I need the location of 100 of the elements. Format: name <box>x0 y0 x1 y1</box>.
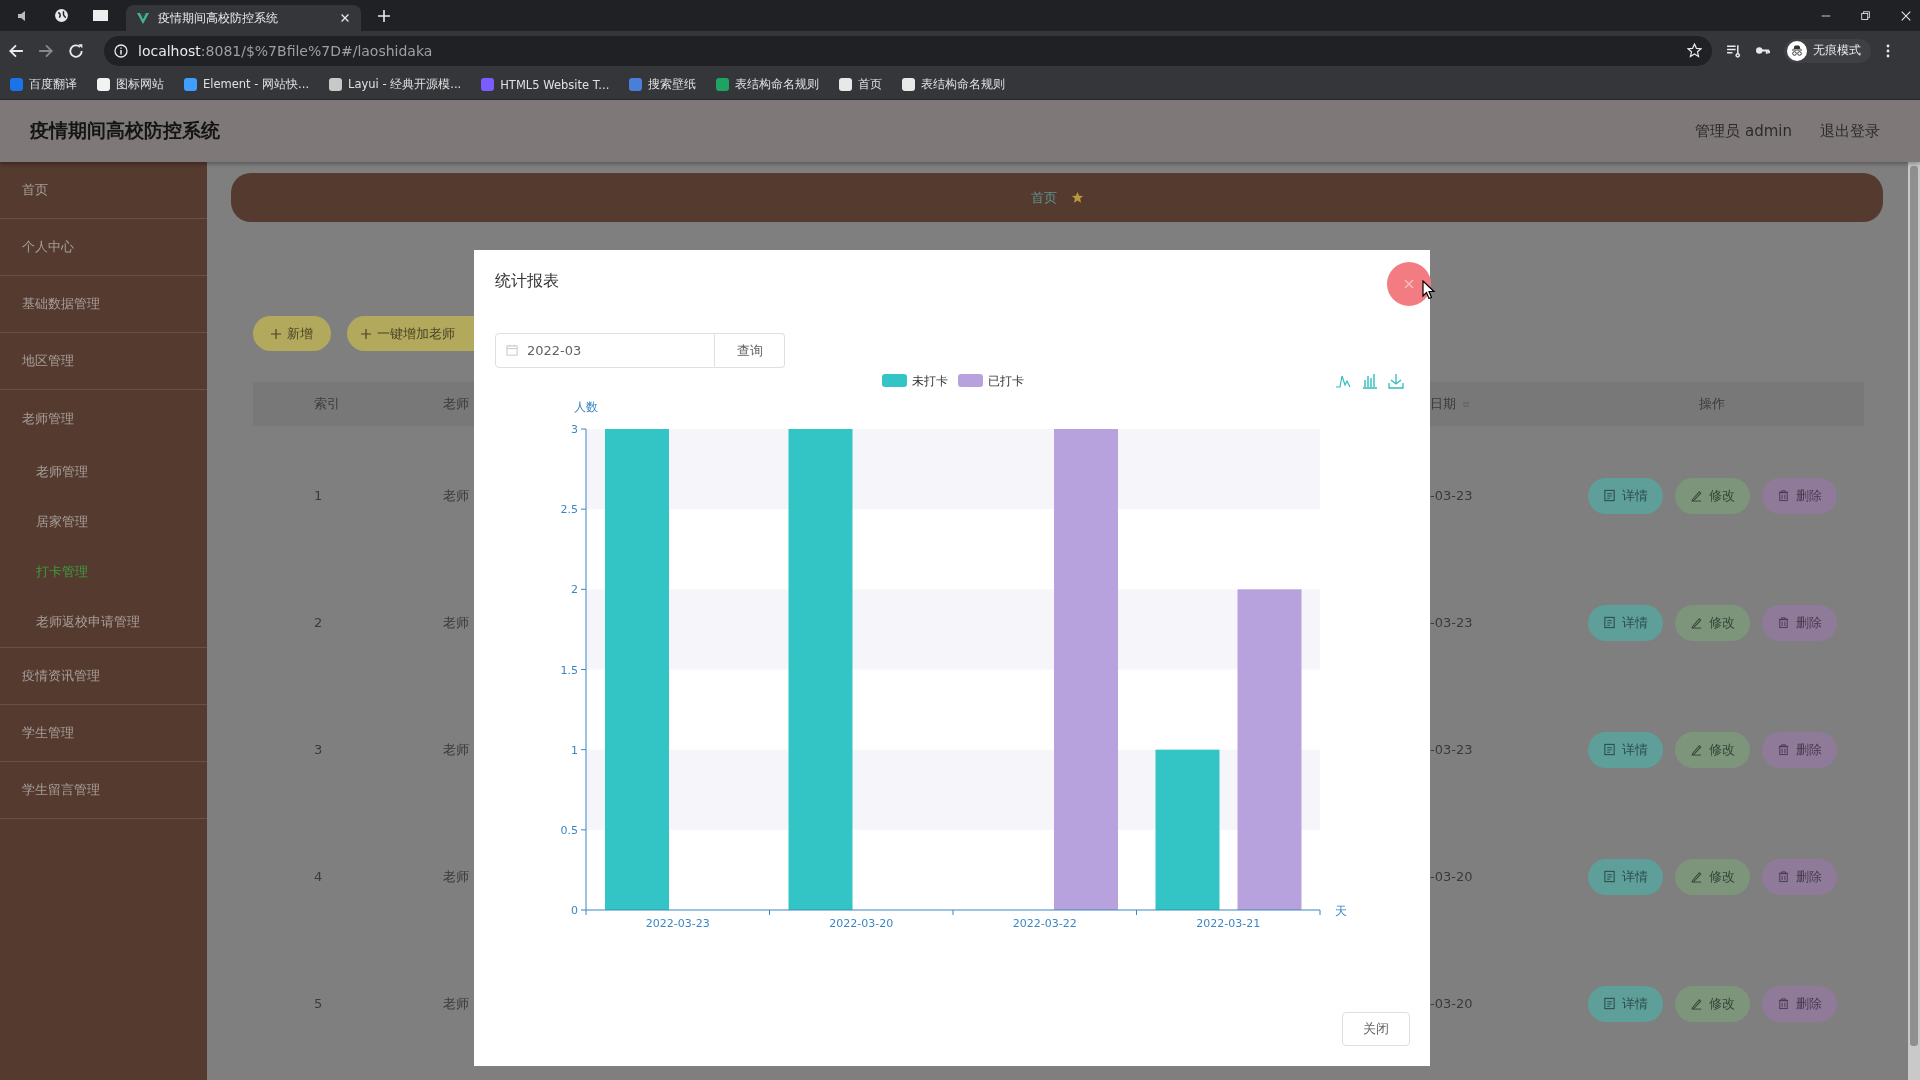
forward-icon <box>38 42 54 59</box>
sidebar-subitem[interactable]: 居家管理 <box>0 497 207 547</box>
document-icon <box>1603 870 1616 883</box>
row-action-button[interactable]: 详情 <box>1588 858 1663 895</box>
bookmark[interactable]: 图标网站 <box>97 77 164 92</box>
document-icon <box>1603 616 1616 629</box>
sidebar-subitem[interactable]: 老师管理 <box>0 447 207 497</box>
row-action-button[interactable]: 详情 <box>1588 477 1663 514</box>
download-icon[interactable] <box>1388 373 1404 389</box>
incognito-icon <box>1787 40 1807 61</box>
close-button[interactable] <box>1387 262 1431 306</box>
plus-icon <box>361 328 371 339</box>
dialog-title: 统计报表 <box>495 270 559 292</box>
axis-label: 0 <box>571 904 578 917</box>
pen-icon <box>1690 743 1703 756</box>
pen-icon <box>1690 616 1703 629</box>
table-cell-text: -03-20 <box>1430 996 1474 1011</box>
line-chart-icon[interactable] <box>1335 375 1351 388</box>
axis-label: 3 <box>571 423 578 436</box>
app-title: 疫情期间高校防控系统 <box>30 118 220 143</box>
plus-icon <box>271 328 281 339</box>
row-action-button[interactable]: 删除 <box>1762 604 1837 641</box>
v-logo-icon <box>136 11 150 25</box>
row-action-button[interactable]: 删除 <box>1762 477 1837 514</box>
breadcrumb-link[interactable]: 首页 <box>1030 188 1057 207</box>
info-icon <box>114 43 128 58</box>
row-action-button[interactable]: 修改 <box>1675 985 1750 1022</box>
row-action-button[interactable]: 详情 <box>1588 985 1663 1022</box>
legend-swatch[interactable] <box>958 374 983 387</box>
bookmark[interactable]: Layui - 经典开源模... <box>329 77 462 92</box>
table-cell-text: 3 <box>313 742 324 757</box>
month-field[interactable]: 2022-03 <box>495 333 715 368</box>
star-icon <box>1070 191 1084 204</box>
profile-button[interactable]: 无痕模式 <box>1784 38 1871 63</box>
document-icon <box>1603 743 1616 756</box>
row-action-button[interactable]: 修改 <box>1675 477 1750 514</box>
query-button[interactable]: 查询 <box>715 333 785 368</box>
reading-list-icon <box>1726 43 1741 58</box>
calendar-icon <box>506 344 519 357</box>
row-action-button[interactable]: 详情 <box>1588 604 1663 641</box>
axis-label: 1.5 <box>560 663 578 677</box>
legend-label[interactable]: 未打卡 <box>912 374 948 388</box>
row-action-button[interactable]: 删除 <box>1762 858 1837 895</box>
row-action-button[interactable]: 删除 <box>1762 985 1837 1022</box>
trash-icon <box>1777 870 1790 883</box>
address-field[interactable]: localhost:8081/$%7Bfile%7D#/laoshidaka <box>104 35 1712 66</box>
back-icon <box>8 42 24 59</box>
table-cell-text: -03-23 <box>1430 488 1474 503</box>
table-cell-text: 老师 <box>442 740 469 759</box>
document-icon <box>1603 997 1616 1010</box>
table-cell-text: 老师 <box>442 867 469 886</box>
url-text: localhost:8081/$%7Bfile%7D#/laoshidaka <box>138 42 434 59</box>
bookmark[interactable]: HTML5 Website T... <box>481 77 610 92</box>
month-value: 2022-03 <box>527 343 582 358</box>
bookmark[interactable]: 百度翻译 <box>10 77 77 92</box>
tab-title: 疫情期间高校防控系统 <box>158 9 279 27</box>
table-cell-text: 5 <box>313 996 324 1011</box>
column-header: 日期 <box>1430 395 1456 413</box>
profile-label: 无痕模式 <box>1813 42 1861 59</box>
legend-swatch[interactable] <box>882 374 907 387</box>
close-dialog-button[interactable]: 关闭 <box>1342 1012 1410 1046</box>
table-cell-text: 2 <box>313 615 324 630</box>
sidebar-item[interactable]: 老师管理 <box>0 390 207 447</box>
row-action-button[interactable]: 修改 <box>1675 858 1750 895</box>
axis-label: 2022-03-21 <box>1196 917 1261 930</box>
row-action-button[interactable]: 修改 <box>1675 731 1750 768</box>
toolbar-button[interactable]: 一键增加老师 <box>347 316 474 351</box>
bookmark[interactable]: Element - 网站快... <box>184 77 310 92</box>
row-action-button[interactable]: 修改 <box>1675 604 1750 641</box>
logout-link[interactable]: 退出登录 <box>1820 121 1880 141</box>
browser-tab[interactable]: 疫情期间高校防控系统 <box>126 5 361 31</box>
sidebar-subitem[interactable]: 老师返校申请管理 <box>0 597 207 647</box>
toolbar-button[interactable]: 新增 <box>253 316 331 351</box>
trash-icon <box>1777 997 1790 1010</box>
axis-title: 天 <box>1335 904 1347 918</box>
scrollbar[interactable] <box>1908 162 1920 1080</box>
bar-chart-icon[interactable] <box>1362 373 1378 389</box>
bookmark[interactable]: 首页 <box>839 77 883 92</box>
row-action-button[interactable]: 删除 <box>1762 731 1837 768</box>
bookmark[interactable]: 表结构命名规则 <box>902 77 1006 92</box>
globe-icon <box>54 8 69 23</box>
table-cell-text: 老师 <box>442 613 469 632</box>
legend-label[interactable]: 已打卡 <box>988 374 1024 388</box>
table-cell-text: -03-20 <box>1430 869 1474 884</box>
sidebar-subitem[interactable]: 打卡管理 <box>0 547 207 597</box>
table-cell-text: 1 <box>313 488 324 503</box>
bookmark[interactable]: 搜索壁纸 <box>629 77 697 92</box>
document-icon <box>1603 489 1616 502</box>
axis-label: 2022-03-20 <box>829 917 894 930</box>
table-cell-text: 老师 <box>442 994 469 1013</box>
table-cell-text: -03-23 <box>1430 615 1474 630</box>
axis-label: 1 <box>571 743 578 757</box>
pen-icon <box>1690 489 1703 502</box>
window-icon <box>93 8 108 23</box>
bookmark[interactable]: 表结构命名规则 <box>716 77 820 92</box>
table-cell-text: 4 <box>313 869 324 884</box>
close-icon <box>339 12 351 24</box>
row-action-button[interactable]: 详情 <box>1588 731 1663 768</box>
user-label: 管理员 admin <box>1695 121 1792 141</box>
table-cell-text: 老师 <box>442 486 469 505</box>
